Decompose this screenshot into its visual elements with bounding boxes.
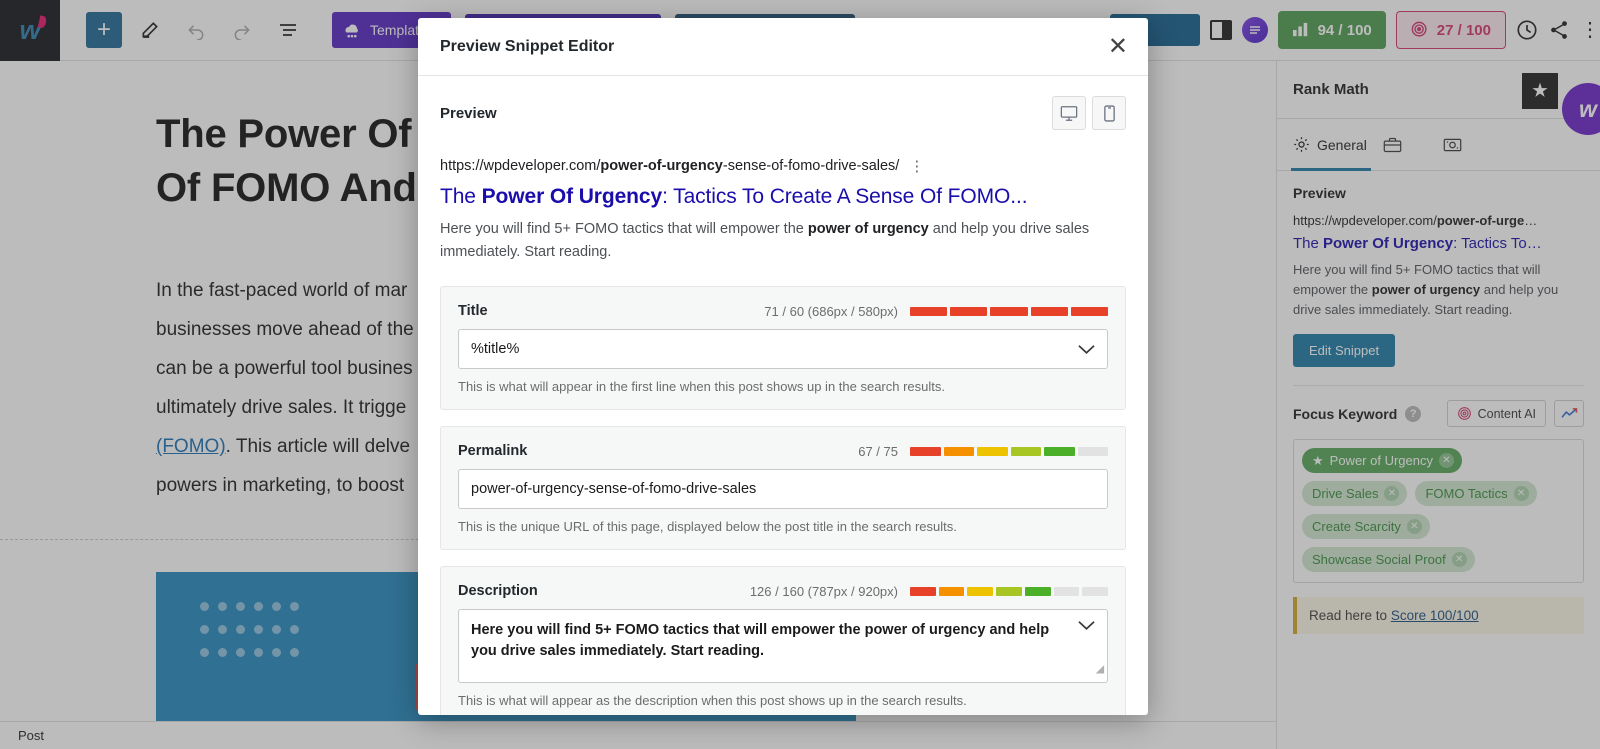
description-field-group: Description 126 / 160 (787px / 920px) He…: [440, 566, 1126, 715]
screen: w + Templately 94 / 100 27 / 100 ⋮ The P…: [0, 0, 1600, 749]
description-field-header: Description 126 / 160 (787px / 920px): [458, 583, 1109, 599]
title-input-value: %title%: [471, 341, 520, 357]
serp-preview: https://wpdeveloper.com/power-of-urgency…: [440, 134, 1126, 270]
permalink-field-group: Permalink 67 / 75 power-of-urgency-sense…: [440, 426, 1126, 550]
description-score-meter: [910, 586, 1109, 596]
title-field-group: Title 71 / 60 (686px / 580px) %title% Th…: [440, 286, 1126, 410]
mobile-preview-icon[interactable]: [1092, 96, 1126, 130]
serp-url-tail: -sense-of-fomo-drive-sales/: [722, 158, 900, 174]
title-help-text: This is what will appear in the first li…: [458, 379, 946, 394]
serp-title-bold: Power Of Urgency: [481, 185, 663, 208]
title-field-label: Title: [458, 303, 488, 319]
permalink-input-value: power-of-urgency-sense-of-fomo-drive-sal…: [471, 481, 757, 497]
modal-header: Preview Snippet Editor ✕: [418, 18, 1148, 76]
description-char-count: 126 / 160 (787px / 920px): [749, 583, 898, 599]
permalink-score-meter: [910, 446, 1108, 456]
meter-segment: [950, 306, 988, 316]
meter-segment: [938, 586, 965, 596]
permalink-input[interactable]: power-of-urgency-sense-of-fomo-drive-sal…: [458, 469, 1108, 509]
meter-segment: [910, 586, 936, 596]
resize-handle[interactable]: ◢: [1096, 659, 1104, 680]
chevron-down-icon[interactable]: [1078, 620, 1095, 631]
preview-header: Preview: [440, 76, 1126, 134]
title-field-header: Title 71 / 60 (686px / 580px): [458, 303, 1109, 319]
close-icon[interactable]: ✕: [1108, 34, 1128, 59]
description-help-text: This is what will appear as the descript…: [458, 693, 967, 708]
meter-segment: [1044, 446, 1075, 456]
description-textarea-value: Here you will find 5+ FOMO tactics that …: [471, 622, 1050, 659]
serp-desc-bold: power of urgency: [807, 221, 929, 237]
title-score-meter: [910, 306, 1109, 316]
meter-segment: [990, 306, 1028, 316]
meter-segment: [1030, 306, 1068, 316]
description-field-label: Description: [458, 583, 538, 599]
serp-url-bold: power-of-urgency: [600, 158, 723, 174]
meter-segment: [1010, 446, 1041, 456]
chevron-down-icon[interactable]: [1078, 344, 1095, 355]
meter-segment: [943, 446, 974, 456]
meter-segment: [910, 446, 941, 456]
meter-segment: [1070, 306, 1109, 316]
description-textarea[interactable]: Here you will find 5+ FOMO tactics that …: [458, 609, 1108, 683]
meter-segment: [1053, 586, 1080, 596]
serp-kebab-icon[interactable]: ⋮: [909, 159, 924, 174]
serp-title-post: : Tactics To Create A Sense Of FOMO...: [662, 185, 1028, 208]
permalink-help-text: This is the unique URL of this page, dis…: [458, 519, 957, 534]
serp-url-plain: https://wpdeveloper.com/: [440, 158, 601, 174]
title-input[interactable]: %title%: [458, 329, 1108, 369]
meter-segment: [977, 446, 1008, 456]
serp-url: https://wpdeveloper.com/power-of-urgency…: [440, 158, 1126, 174]
meter-segment: [996, 586, 1022, 596]
desktop-preview-icon[interactable]: [1052, 96, 1086, 130]
preview-snippet-editor-modal: Preview Snippet Editor ✕ Preview https:/…: [418, 18, 1148, 715]
meter-segment: [1082, 586, 1109, 596]
serp-description: Here you will find 5+ FOMO tactics that …: [440, 218, 1100, 264]
modal-body: Preview https://wpdeveloper.com/power-of…: [418, 76, 1148, 715]
meter-segment: [1024, 586, 1051, 596]
serp-title: The Power Of Urgency: Tactics To Create …: [440, 182, 1126, 212]
permalink-field-header: Permalink 67 / 75: [458, 443, 1108, 459]
serp-desc-pre: Here you will find 5+ FOMO tactics that …: [440, 221, 808, 237]
title-char-count: 71 / 60 (686px / 580px): [764, 303, 898, 319]
permalink-field-label: Permalink: [458, 443, 528, 459]
modal-title: Preview Snippet Editor: [440, 37, 615, 55]
serp-title-pre: The: [440, 185, 482, 208]
permalink-char-count: 67 / 75: [858, 443, 898, 459]
meter-segment: [967, 586, 994, 596]
meter-segment: [1077, 446, 1108, 456]
meter-segment: [910, 306, 948, 316]
device-toggle-group: [1052, 96, 1126, 130]
preview-label: Preview: [440, 104, 497, 122]
